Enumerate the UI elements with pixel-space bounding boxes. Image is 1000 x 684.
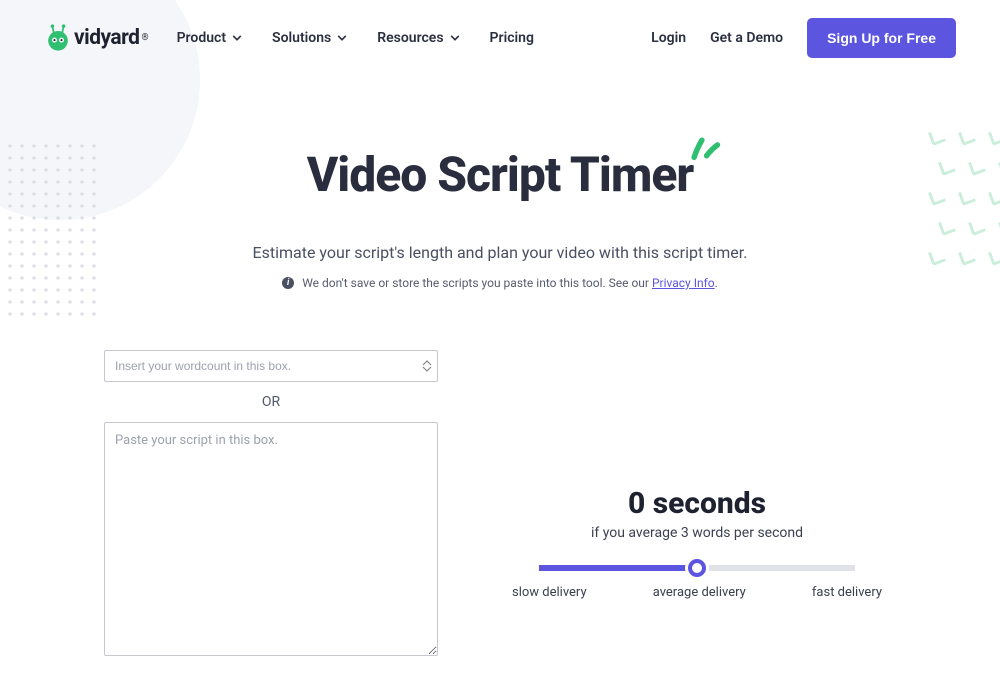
slider-fill: [539, 565, 697, 571]
signup-button[interactable]: Sign Up for Free: [807, 18, 956, 58]
logo-icon: [44, 24, 72, 52]
or-divider: OR: [262, 394, 280, 410]
slider-label-fast: fast delivery: [812, 585, 882, 600]
wordcount-wrapper: [104, 350, 438, 382]
nav-product[interactable]: Product: [177, 30, 242, 46]
slider-track: [539, 565, 855, 571]
logo-text: vidyard: [74, 26, 140, 50]
login-link[interactable]: Login: [651, 30, 686, 46]
hero: Video Script Timer Estimate your script'…: [0, 146, 1000, 290]
result-value: 0 seconds: [628, 486, 766, 521]
input-column: OR: [104, 350, 438, 656]
nav-resources-label: Resources: [377, 30, 443, 46]
script-textarea[interactable]: [104, 422, 438, 656]
info-icon: i: [282, 277, 294, 289]
slider-labels: slow delivery average delivery fast deli…: [512, 585, 882, 600]
result-subtext: if you average 3 words per second: [591, 525, 803, 541]
nav-links: Product Solutions Resources Pricing: [177, 30, 534, 46]
chevron-down-icon: [450, 33, 460, 43]
nav-resources[interactable]: Resources: [377, 30, 459, 46]
chevron-down-icon: [232, 33, 242, 43]
logo-registered: ®: [142, 33, 149, 43]
slider-label-average: average delivery: [653, 585, 746, 600]
wordcount-input[interactable]: [104, 350, 438, 382]
main-content: OR 0 seconds if you average 3 words per …: [0, 290, 1000, 656]
nav-solutions[interactable]: Solutions: [272, 30, 347, 46]
privacy-suffix: .: [715, 276, 718, 290]
speed-slider[interactable]: [539, 565, 855, 571]
demo-link[interactable]: Get a Demo: [710, 30, 783, 46]
privacy-link[interactable]: Privacy Info: [652, 276, 715, 290]
privacy-text: We don't save or store the scripts you p…: [302, 276, 652, 290]
nav-product-label: Product: [177, 30, 226, 46]
main-nav: vidyard® Product Solutions Resources Pri…: [0, 0, 1000, 58]
nav-pricing[interactable]: Pricing: [490, 30, 534, 46]
result-column: 0 seconds if you average 3 words per sec…: [498, 350, 896, 656]
accent-icon: [689, 134, 721, 162]
privacy-notice: i We don't save or store the scripts you…: [0, 276, 1000, 290]
nav-pricing-label: Pricing: [490, 30, 534, 46]
slider-thumb[interactable]: [688, 559, 706, 577]
chevron-down-icon: [337, 33, 347, 43]
page-title: Video Script Timer: [307, 146, 694, 203]
nav-solutions-label: Solutions: [272, 30, 331, 46]
logo[interactable]: vidyard®: [44, 24, 149, 52]
hero-subtitle: Estimate your script's length and plan y…: [0, 243, 1000, 262]
nav-right: Login Get a Demo Sign Up for Free: [651, 18, 956, 58]
hero-title-wrap: Video Script Timer: [307, 146, 694, 203]
slider-label-slow: slow delivery: [512, 585, 587, 600]
